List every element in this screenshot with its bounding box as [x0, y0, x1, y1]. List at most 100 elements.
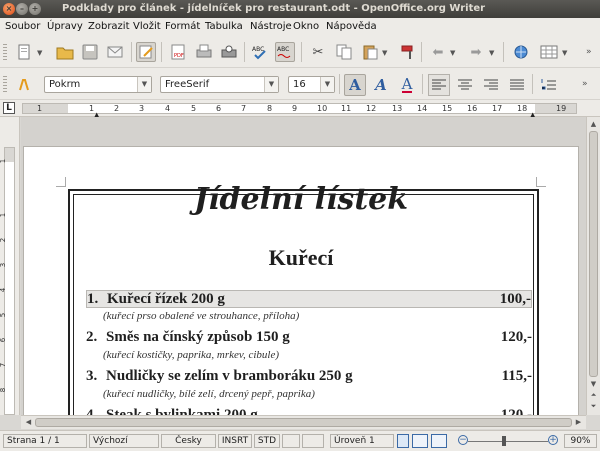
scroll-left-icon[interactable]: ◀	[23, 417, 34, 428]
edit-mode-icon[interactable]	[136, 42, 156, 62]
new-dropdown-icon[interactable]: ▼	[37, 49, 42, 57]
item-number: 2.	[86, 329, 98, 345]
menu-item-4[interactable]: 4. Steak s bylinkami 200 g 120,-	[86, 407, 532, 415]
zoom-percentage[interactable]: 90%	[564, 434, 597, 448]
vertical-scroll-thumb[interactable]	[589, 131, 598, 377]
document-area[interactable]: Jídelní lístek Kuřecí 1. Kuřecí řízek 20…	[21, 117, 586, 415]
menu-napoveda[interactable]: Nápověda	[326, 21, 377, 32]
autospellcheck-icon[interactable]: ABC	[275, 42, 295, 62]
book-view-icon[interactable]	[431, 434, 447, 448]
chevron-down-icon[interactable]: ▼	[320, 77, 334, 92]
undo-icon[interactable]: ⬅	[428, 42, 448, 62]
menu-vlozit[interactable]: Vložit	[133, 21, 161, 32]
zoom-in-icon[interactable]: +	[548, 435, 558, 445]
chevron-down-icon[interactable]: ▼	[264, 77, 278, 92]
horizontal-scrollbar[interactable]: ◀ ▶	[21, 415, 586, 429]
zoom-slider-knob[interactable]	[502, 436, 506, 446]
ruler-number: 5	[191, 104, 197, 113]
print-preview-icon[interactable]	[219, 42, 239, 62]
toolbar-overflow-icon[interactable]: »	[582, 79, 588, 89]
page-indicator[interactable]: Strana 1 / 1	[3, 434, 87, 448]
underline-icon[interactable]: A	[396, 74, 418, 96]
undo-dropdown-icon[interactable]: ▼	[450, 49, 455, 57]
single-page-view-icon[interactable]	[397, 434, 409, 448]
menu-format[interactable]: Formát	[165, 21, 200, 32]
clone-formatting-icon[interactable]	[398, 42, 418, 62]
outline-level-indicator[interactable]: Úroveň 1	[330, 434, 394, 448]
font-size-select[interactable]: 16 ▼	[288, 76, 335, 93]
spellcheck-icon[interactable]: ABC	[250, 42, 270, 62]
scroll-right-icon[interactable]: ▶	[573, 417, 584, 428]
language-indicator[interactable]: Česky	[161, 434, 216, 448]
align-center-icon[interactable]	[454, 74, 476, 96]
scroll-up-icon[interactable]: ▲	[588, 119, 599, 130]
font-name-select[interactable]: FreeSerif ▼	[160, 76, 279, 93]
save-icon[interactable]	[80, 42, 100, 62]
toolbar-handle[interactable]	[3, 74, 7, 94]
paste-dropdown-icon[interactable]: ▼	[382, 49, 387, 57]
cut-icon[interactable]: ✂	[308, 42, 328, 62]
horizontal-scroll-thumb[interactable]	[35, 418, 572, 427]
styles-formatting-icon[interactable]	[14, 74, 34, 94]
multi-page-view-icon[interactable]	[412, 434, 428, 448]
italic-icon[interactable]: A	[370, 74, 392, 96]
scroll-down-icon[interactable]: ▼	[588, 379, 599, 390]
ruler-strip[interactable]: 1 1 2 3 4 5 6 7 8 9 10 11 12 13 14 15 16…	[22, 103, 577, 114]
bold-icon[interactable]: A	[344, 74, 366, 96]
vertical-scrollbar[interactable]: ▲ ▼ ⏶ ⏷	[586, 117, 600, 415]
menu-okno[interactable]: Okno	[293, 21, 319, 32]
item-description[interactable]: (kuřecí nudličky, bílé zelí, drcený pepř…	[103, 388, 315, 400]
ruler-number: 18	[517, 104, 528, 113]
redo-icon[interactable]: ➡	[466, 42, 486, 62]
redo-dropdown-icon[interactable]: ▼	[489, 49, 494, 57]
menu-title[interactable]: Jídelní lístek	[24, 182, 578, 217]
hyperlink-icon[interactable]	[511, 42, 531, 62]
paste-icon[interactable]	[360, 42, 380, 62]
maximize-window-button[interactable]: +	[29, 3, 41, 15]
insert-mode-indicator[interactable]: INSRT	[218, 434, 252, 448]
selection-mode-indicator[interactable]: STD	[254, 434, 280, 448]
copy-icon[interactable]	[334, 42, 354, 62]
chevron-down-icon[interactable]: ▼	[137, 77, 151, 92]
new-document-icon[interactable]	[14, 42, 34, 62]
align-right-icon[interactable]	[480, 74, 502, 96]
menu-item-2[interactable]: 2. Směs na čínský způsob 150 g 120,-	[86, 329, 532, 347]
menu-nastroje[interactable]: Nástroje	[250, 21, 292, 32]
minimize-window-button[interactable]: –	[16, 3, 28, 15]
zoom-out-icon[interactable]: −	[458, 435, 468, 445]
ruler-number: 15	[442, 104, 453, 113]
section-heading[interactable]: Kuřecí	[24, 245, 578, 271]
table-icon[interactable]	[539, 42, 559, 62]
menu-soubor[interactable]: Soubor	[5, 21, 40, 32]
paragraph-style-select[interactable]: Pokrm ▼	[44, 76, 152, 93]
align-left-icon[interactable]	[428, 74, 450, 96]
numbering-icon[interactable]	[538, 74, 560, 96]
open-folder-icon[interactable]	[55, 42, 75, 62]
vertical-ruler[interactable]: 1 1 2 3 4 5 6 7 8	[0, 117, 20, 415]
page-style-indicator[interactable]: Výchozí	[89, 434, 159, 448]
table-dropdown-icon[interactable]: ▼	[562, 49, 567, 57]
next-page-icon[interactable]: ⏷	[588, 401, 599, 412]
justify-icon[interactable]	[506, 74, 528, 96]
menu-zobrazit[interactable]: Zobrazit	[88, 21, 130, 32]
item-description[interactable]: (kuřecí kostičky, paprika, mrkev, cibule…	[103, 349, 279, 361]
ruler-number: 3	[0, 262, 8, 268]
vertical-ruler-strip[interactable]	[4, 147, 15, 415]
menu-item-1[interactable]: 1. Kuřecí řízek 200 g 100,-	[86, 290, 532, 308]
export-pdf-icon[interactable]: PDF	[168, 42, 188, 62]
document-page[interactable]: Jídelní lístek Kuřecí 1. Kuřecí řízek 20…	[23, 146, 579, 415]
signature-indicator[interactable]	[302, 434, 324, 448]
toolbar-handle[interactable]	[3, 42, 7, 62]
item-description[interactable]: (kuřecí prso obalené ve strouhance, příl…	[103, 310, 299, 322]
menu-upravy[interactable]: Úpravy	[47, 21, 83, 32]
horizontal-ruler[interactable]: L 1 1 2 3 4 5 6 7 8 9 10 11 12 13 14 15 …	[0, 100, 600, 119]
menu-item-3[interactable]: 3. Nudličky se zelím v bramboráku 250 g …	[86, 368, 532, 386]
tab-stop-selector[interactable]: L	[3, 102, 15, 114]
close-window-button[interactable]: ×	[3, 3, 15, 15]
print-icon[interactable]	[194, 42, 214, 62]
zoom-slider[interactable]: − +	[458, 435, 558, 447]
menu-tabulka[interactable]: Tabulka	[205, 21, 243, 32]
email-icon[interactable]	[105, 42, 125, 62]
toolbar-overflow-icon[interactable]: »	[586, 47, 592, 57]
previous-page-icon[interactable]: ⏶	[588, 390, 599, 401]
